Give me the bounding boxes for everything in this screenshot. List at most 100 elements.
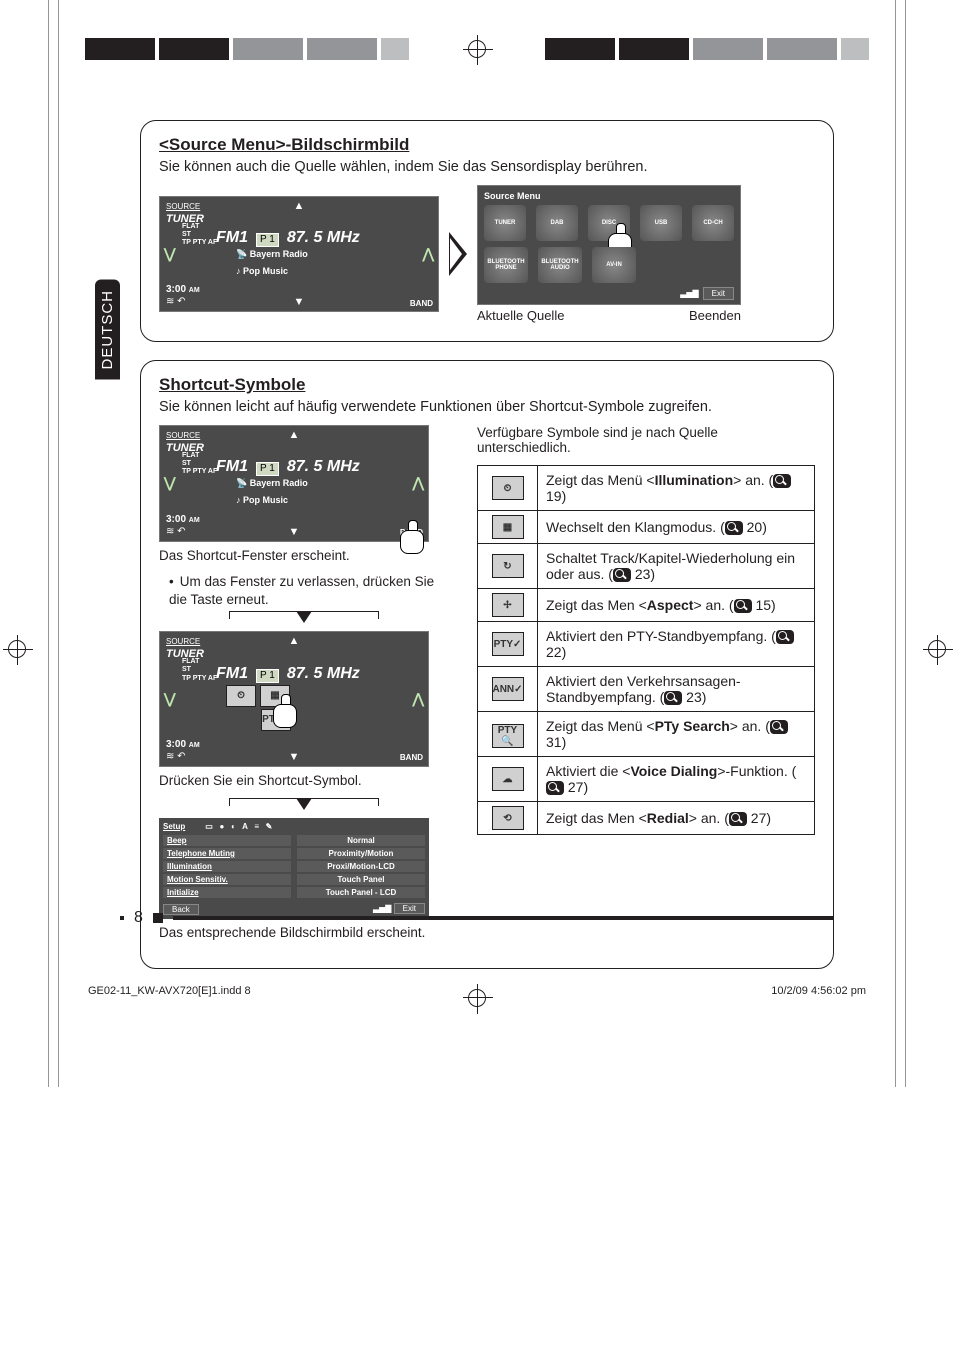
exit-button: Exit [703, 287, 734, 300]
arrow-right-icon [449, 232, 467, 276]
page-ref-icon [729, 812, 747, 826]
shortcut-right-intro: Verfügbare Symbole sind je nach Quelle u… [477, 425, 815, 455]
caption-step3: Das entsprechende Bildschirmbild erschei… [159, 925, 449, 940]
table-row: PTY✓ Aktiviert den PTY-Standbyempfang. ( … [478, 622, 815, 667]
shortcut-panel: Shortcut-Symbole Sie können leicht auf h… [140, 360, 834, 969]
table-row: ↻ Schaltet Track/Kapitel-Wiederholung ein… [478, 544, 815, 589]
preset-badge: P 1 [256, 462, 279, 476]
left-arrow-icon: ⋁ [164, 691, 175, 708]
shortcut-description: Schaltet Track/Kapitel-Wiederholung ein … [538, 544, 815, 589]
touch-hand-icon [398, 520, 426, 556]
source-item-cd-ch: CD-CH [692, 205, 734, 241]
right-arrow-icon: ⋀ [413, 691, 424, 708]
page-ref-icon [776, 630, 794, 644]
source-item-bluetooth-audio: BLUETOOTH AUDIO [538, 247, 582, 283]
fm-band: FM1 [216, 228, 248, 247]
down-arrow-icon: ▼ [294, 296, 305, 309]
band-button: BAND [410, 299, 433, 309]
shortcut-icon-illum: ⏲ [226, 685, 256, 707]
shortcut-description: Aktiviert den PTY-Standbyempfang. ( 22) [538, 622, 815, 667]
page-ref-icon [664, 691, 682, 705]
page-number: 8 [134, 909, 143, 927]
status-column: FLATSTTP PTY AF [182, 452, 217, 476]
shortcut-description: Wechselt den Klangmodus. ( 20) [538, 511, 815, 544]
setup-left-item: Motion Sensitiv. [163, 874, 291, 885]
signal-bars-icon: ▃▅▇ [680, 289, 698, 298]
source-label: SOURCE [166, 637, 200, 646]
setup-left-item: Beep [163, 835, 291, 846]
right-arrow-icon: ⋀ [423, 246, 434, 263]
clock: 3:00 AM [166, 284, 432, 296]
source-menu-intro: Sie können auch die Quelle wählen, indem… [159, 159, 815, 175]
status-column: FLAT ST TP PTY AF [182, 223, 217, 247]
table-row: ✢ Zeigt das Men <Aspect> an. ( 15) [478, 589, 815, 622]
ptys-icon: PTY🔍 [492, 724, 524, 748]
setup-tab-icons: ▭ ● ◐ A ≡ ✎ [205, 822, 272, 831]
setup-left-item: Telephone Muting [163, 848, 291, 859]
flow-arrow-down-icon [229, 798, 379, 812]
shortcut-icon-eq: ▦ [260, 685, 290, 707]
page-number-bar: 8 [120, 909, 834, 927]
footer-file: GE02-11_KW-AVX720[E]1.indd 8 [88, 985, 251, 997]
eq-icon: ≋ ↶ [166, 526, 422, 538]
setup-left-item: Illumination [163, 861, 291, 872]
aspect-icon: ✢ [492, 593, 524, 617]
eq-icon: ▦ [492, 515, 524, 539]
ann-icon: ANN✓ [492, 677, 524, 701]
source-item-av-in: AV-IN [592, 247, 636, 283]
music-type: ♪ Pop Music [236, 495, 422, 506]
source-menu-display: Source Menu TUNERDABDISCUSBCD-CH BLUETOO… [477, 185, 741, 305]
page-ref-icon [773, 474, 791, 488]
illum-icon: ⏲ [492, 476, 524, 500]
caption-current-source: Aktuelle Quelle [477, 308, 564, 323]
table-row: ▦ Wechselt den Klangmodus. ( 20) [478, 511, 815, 544]
left-arrow-icon: ⋁ [164, 475, 175, 492]
setup-display: Setup ▭ ● ◐ A ≡ ✎ BeepNormalTelephone Mu… [159, 818, 429, 919]
left-arrow-icon: ⋁ [164, 246, 175, 263]
source-item-bluetooth-phone: BLUETOOTH PHONE [484, 247, 528, 283]
frequency: 87. 5 MHz [287, 664, 360, 683]
up-arrow-icon: ▲ [289, 635, 300, 648]
down-arrow-icon: ▼ [289, 751, 300, 764]
fm-band: FM1 [216, 664, 248, 683]
tuner-display-step1: ▲ ▼ ⋁ ⋀ BAND SOURCE TUNER FM1 P 1 87. 5 … [159, 425, 429, 542]
table-row: PTY🔍 Zeigt das Menü <PTy Search> an. ( 31… [478, 712, 815, 757]
preset-badge: P 1 [256, 669, 279, 683]
up-arrow-icon: ▲ [289, 429, 300, 442]
page-ref-icon [770, 720, 788, 734]
music-type: ♪ Pop Music [236, 266, 432, 277]
preset-badge: P 1 [256, 233, 279, 247]
source-label: SOURCE [166, 431, 200, 440]
redial-icon: ⟲ [492, 806, 524, 830]
setup-left-item: Initialize [163, 887, 291, 898]
setup-right-item: Touch Panel - LCD [297, 887, 425, 898]
flow-arrow-down-icon [229, 611, 379, 625]
source-label: SOURCE [166, 202, 200, 211]
tuner-display: ▲ ▼ ⋁ ⋀ BAND SOURCE TUNER FM1 P 1 87. 5 … [159, 196, 439, 313]
shortcut-description: Aktiviert die <Voice Dialing>-Funktion. … [538, 757, 815, 802]
source-menu-panel: <Source Menu>-Bildschirmbild Sie können … [140, 120, 834, 342]
shortcut-description: Zeigt das Menü <PTy Search> an. ( 31) [538, 712, 815, 757]
shortcut-heading: Shortcut-Symbole [159, 375, 815, 395]
setup-title: Setup [163, 822, 185, 831]
band-button: BAND [400, 753, 423, 763]
voice-icon: ☁ [492, 767, 524, 791]
frequency: 87. 5 MHz [287, 228, 360, 247]
page-ref-icon [546, 781, 564, 795]
touch-hand-icon [271, 694, 299, 730]
caption-exit: Beenden [689, 308, 741, 323]
repeat-icon: ↻ [492, 554, 524, 578]
clock: 3:00 AM [166, 514, 422, 526]
shortcut-description: Zeigt das Men <Aspect> an. ( 15) [538, 589, 815, 622]
source-item-dab: DAB [536, 205, 578, 241]
shortcut-description: Zeigt das Men <Redial> an. ( 27) [538, 802, 815, 835]
table-row: ⟲ Zeigt das Men <Redial> an. ( 27) [478, 802, 815, 835]
setup-right-item: Touch Panel [297, 874, 425, 885]
page-ref-icon [613, 568, 631, 582]
setup-right-item: Proximity/Motion [297, 848, 425, 859]
page-ref-icon [725, 521, 743, 535]
table-row: ☁ Aktiviert die <Voice Dialing>-Funktion.… [478, 757, 815, 802]
pty-icon: PTY✓ [492, 632, 524, 656]
shortcut-description: Zeigt das Menü <Illumination> an. ( 19) [538, 466, 815, 511]
right-arrow-icon: ⋀ [413, 475, 424, 492]
